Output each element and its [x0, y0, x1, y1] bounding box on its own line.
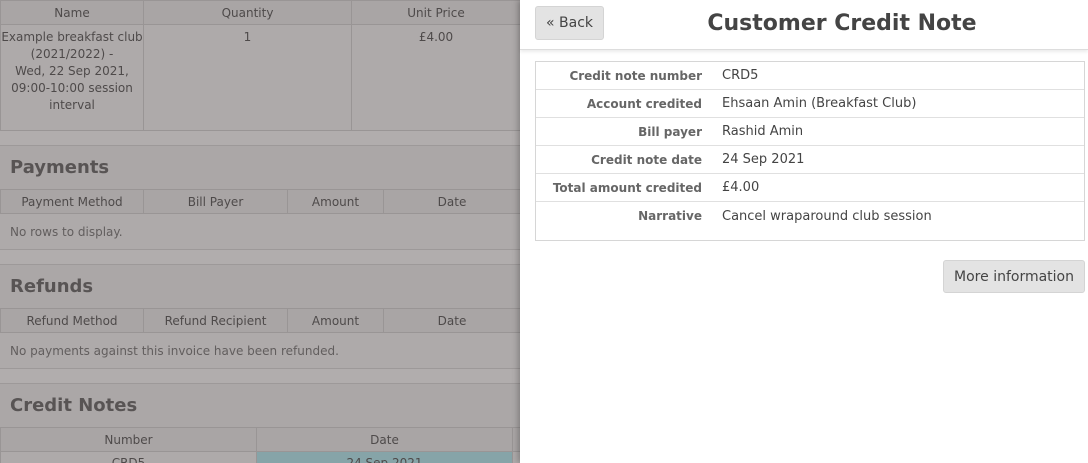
detail-value: CRD5 — [722, 68, 759, 83]
column-header-unit-price[interactable]: Unit Price — [351, 0, 520, 25]
detail-value: £4.00 — [722, 180, 760, 195]
refunds-table: Refund Method Refund Recipient Amount Da… — [0, 308, 520, 333]
more-information-button[interactable]: More information — [943, 260, 1085, 293]
detail-label: Credit note date — [591, 152, 702, 167]
column-header-refund-recipient[interactable]: Refund Recipient — [143, 308, 288, 333]
invoice-page: Name Quantity Unit Price Example breakfa… — [0, 0, 520, 463]
refunds-title: Refunds — [0, 264, 520, 308]
section-gap — [0, 131, 520, 145]
column-header-payment-method[interactable]: Payment Method — [0, 189, 144, 214]
column-header-amount[interactable]: Amount — [287, 308, 384, 333]
detail-label: Narrative — [638, 209, 702, 223]
section-gap — [0, 369, 520, 383]
detail-row-account-credited: Account credited Ehsaan Amin (Breakfast … — [536, 90, 1084, 118]
column-header-number[interactable]: Number — [0, 427, 257, 452]
payments-table: Payment Method Bill Payer Amount Date — [0, 189, 520, 214]
column-header-date[interactable]: Date — [383, 189, 520, 214]
page-title: Customer Credit Note — [707, 11, 977, 36]
panel-header: « Back Customer Credit Note — [520, 0, 1088, 50]
detail-value: Ehsaan Amin (Breakfast Club) — [722, 96, 917, 111]
credit-notes-table: Number Date CRD5 24 Sep 2021 — [0, 427, 520, 463]
detail-row-bill-payer: Bill payer Rashid Amin — [536, 118, 1084, 146]
payments-title: Payments — [0, 145, 520, 189]
credit-note-number[interactable]: CRD5 — [0, 451, 257, 463]
detail-label: Credit note number — [569, 68, 702, 83]
credit-note-date[interactable]: 24 Sep 2021 — [256, 451, 513, 463]
credit-notes-title: Credit Notes — [0, 383, 520, 427]
column-header-bill-payer[interactable]: Bill Payer — [143, 189, 288, 214]
section-gap — [0, 250, 520, 264]
detail-label: Total amount credited — [552, 180, 702, 195]
column-header-date[interactable]: Date — [383, 308, 520, 333]
detail-row-narrative: Narrative Cancel wraparound club session — [536, 202, 1084, 230]
back-button[interactable]: « Back — [535, 6, 605, 40]
table-row: Example breakfast club (2021/2022) - Wed… — [0, 24, 520, 131]
detail-value: Rashid Amin — [722, 124, 804, 139]
item-quantity: 1 — [143, 24, 352, 131]
detail-label: Bill payer — [638, 124, 702, 139]
column-header-quantity[interactable]: Quantity — [143, 0, 352, 25]
column-header-amount[interactable]: Amount — [287, 189, 384, 214]
detail-row-credit-note-date: Credit note date 24 Sep 2021 — [536, 146, 1084, 174]
refunds-empty-message: No payments against this invoice have be… — [0, 333, 520, 369]
payments-empty-message: No rows to display. — [0, 214, 520, 250]
item-name: Example breakfast club (2021/2022) - Wed… — [0, 24, 144, 131]
column-header-refund-method[interactable]: Refund Method — [0, 308, 144, 333]
cell-spacer — [512, 451, 520, 463]
detail-label: Account credited — [586, 96, 702, 111]
detail-row-total-amount-credited: Total amount credited £4.00 — [536, 174, 1084, 202]
credit-note-details: Credit note number CRD5 Account credited… — [535, 61, 1085, 241]
column-header-date[interactable]: Date — [256, 427, 513, 452]
table-row[interactable]: CRD5 24 Sep 2021 — [0, 451, 520, 463]
detail-row-credit-note-number: Credit note number CRD5 — [536, 62, 1084, 90]
detail-value: Cancel wraparound club session — [722, 208, 932, 224]
column-header-spacer — [512, 427, 520, 452]
invoice-items-table: Name Quantity Unit Price Example breakfa… — [0, 0, 520, 131]
item-unit-price: £4.00 — [351, 24, 520, 131]
detail-value: 24 Sep 2021 — [722, 152, 805, 167]
credit-note-panel: « Back Customer Credit Note Credit note … — [520, 0, 1088, 463]
column-header-name[interactable]: Name — [0, 0, 144, 25]
